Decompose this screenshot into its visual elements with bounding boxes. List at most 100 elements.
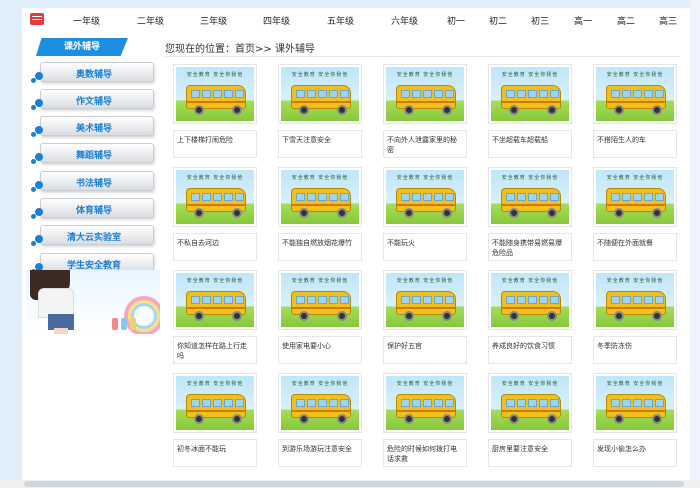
article-title-link[interactable]: 不随便在外面就餐 <box>593 233 677 261</box>
article-title-link[interactable]: 你知道怎样在路上行走吗 <box>173 336 257 364</box>
sidebar-item-label: 清大云实验室 <box>66 233 121 243</box>
article-thumbnail[interactable]: 安全教育 安全你我他 <box>383 64 467 124</box>
article-thumbnail[interactable]: 安全教育 安全你我他 <box>173 270 257 330</box>
article-thumbnail[interactable]: 安全教育 安全你我他 <box>173 64 257 124</box>
nav-grade-11[interactable]: 高二 <box>617 14 635 27</box>
thumbnail-slogan: 安全教育 安全你我他 <box>186 72 244 78</box>
thumbnail-slogan: 安全教育 安全你我他 <box>396 72 454 78</box>
wheel-icon <box>299 311 309 321</box>
article-title-link[interactable]: 保护好五官 <box>383 336 467 364</box>
wheel-icon <box>614 414 624 424</box>
article-title-link[interactable]: 危险的时候如何拨打电话求救 <box>383 439 467 467</box>
nav-grade-5[interactable]: 五年级 <box>327 14 354 27</box>
wheel-icon <box>194 105 204 115</box>
article-thumbnail[interactable]: 安全教育 安全你我他 <box>593 167 677 227</box>
wheel-icon <box>404 208 414 218</box>
grade-nav: 一年级 二年级 三年级 四年级 五年级 六年级 初一 初二 初三 高一 高二 高… <box>22 8 690 32</box>
wheel-icon <box>299 105 309 115</box>
article-title-link[interactable]: 不能随身携带易燃易爆危险品 <box>488 233 572 261</box>
scrollbar-thumb[interactable] <box>24 481 684 487</box>
bullet-icon <box>31 187 36 192</box>
sidebar-item-essay[interactable]: 作文辅导 <box>31 89 154 110</box>
article-title-link[interactable]: 不私自去河边 <box>173 233 257 261</box>
sidebar-item-calligraphy[interactable]: 书法辅导 <box>31 171 154 192</box>
nav-grade-3[interactable]: 三年级 <box>200 14 227 27</box>
nav-grade-4[interactable]: 四年级 <box>263 14 290 27</box>
breadcrumb-current: 课外辅导 <box>274 44 315 55</box>
article-thumbnail[interactable]: 安全教育 安全你我他 <box>593 270 677 330</box>
article-title-link[interactable]: 冬季防冻伤 <box>593 336 677 364</box>
nav-grade-7[interactable]: 初一 <box>447 14 465 27</box>
article-thumbnail[interactable]: 安全教育 安全你我他 <box>488 167 572 227</box>
wheel-icon <box>547 414 557 424</box>
article-title-link[interactable]: 下雪天注意安全 <box>278 130 362 158</box>
wheel-icon <box>652 414 662 424</box>
article-thumbnail[interactable]: 安全教育 安全你我他 <box>383 373 467 433</box>
article-title-link[interactable]: 使用家电要小心 <box>278 336 362 364</box>
thumbnail-slogan: 安全教育 安全你我他 <box>291 278 349 284</box>
sidebar-illustration <box>26 270 160 334</box>
bullet-icon <box>31 159 36 164</box>
article-title-link[interactable]: 养成良好的饮食习惯 <box>488 336 572 364</box>
article-thumbnail[interactable]: 安全教育 安全你我他 <box>383 167 467 227</box>
thumbnail-slogan: 安全教育 安全你我他 <box>501 72 559 78</box>
sidebar-item-dance[interactable]: 舞蹈辅导 <box>31 143 154 164</box>
article-thumbnail[interactable]: 安全教育 安全你我他 <box>593 373 677 433</box>
wheel-icon <box>509 311 519 321</box>
article-title-link[interactable]: 不能玩火 <box>383 233 467 261</box>
thumbnail-slogan: 安全教育 安全你我他 <box>501 381 559 387</box>
article-title-link[interactable]: 上下楼梯打闹危险 <box>173 130 257 158</box>
nav-grade-10[interactable]: 高一 <box>574 14 592 27</box>
breadcrumb: 您现在的位置：首页>> 课外辅导 <box>165 40 315 55</box>
article-title-link[interactable]: 不向外人泄露家里的秘密 <box>383 130 467 158</box>
article-title-link[interactable]: 不搭陌生人的车 <box>593 130 677 158</box>
article-title-link[interactable]: 发现小偷怎么办 <box>593 439 677 467</box>
nav-grade-12[interactable]: 高三 <box>659 14 677 27</box>
article-thumbnail[interactable]: 安全教育 安全你我他 <box>488 64 572 124</box>
sidebar-item-label: 舞蹈辅导 <box>75 151 112 161</box>
article-thumbnail[interactable]: 安全教育 安全你我他 <box>383 270 467 330</box>
article-title-link[interactable]: 厨房里要注意安全 <box>488 439 572 467</box>
thumbnail-slogan: 安全教育 安全你我他 <box>291 175 349 181</box>
wheel-icon <box>442 208 452 218</box>
wheel-icon <box>299 208 309 218</box>
sidebar-item-sports[interactable]: 体育辅导 <box>31 198 154 219</box>
wheel-icon <box>194 208 204 218</box>
children-figures <box>110 312 140 330</box>
breadcrumb-home-link[interactable]: 首页 <box>235 44 255 55</box>
bullet-icon <box>31 132 36 137</box>
article-thumbnail[interactable]: 安全教育 安全你我他 <box>173 373 257 433</box>
breadcrumb-separator: >> <box>255 44 272 55</box>
book-icon[interactable] <box>30 13 44 25</box>
article-thumbnail[interactable]: 安全教育 安全你我他 <box>488 373 572 433</box>
nav-grade-6[interactable]: 六年级 <box>391 14 418 27</box>
article-title-link[interactable]: 初冬冰面不能玩 <box>173 439 257 467</box>
article-thumbnail[interactable]: 安全教育 安全你我他 <box>278 373 362 433</box>
sidebar-item-art[interactable]: 美术辅导 <box>31 116 154 137</box>
wheel-icon <box>652 311 662 321</box>
nav-grade-2[interactable]: 二年级 <box>137 14 164 27</box>
article-title-link[interactable]: 不坐超载车超载船 <box>488 130 572 158</box>
wheel-icon <box>547 311 557 321</box>
nav-grade-8[interactable]: 初二 <box>489 14 507 27</box>
nav-grade-9[interactable]: 初三 <box>531 14 549 27</box>
sidebar-item-math[interactable]: 奥数辅导 <box>31 62 154 83</box>
sidebar-item-lab[interactable]: 清大云实验室 <box>31 225 154 246</box>
article-thumbnail[interactable]: 安全教育 安全你我他 <box>593 64 677 124</box>
article-thumbnail[interactable]: 安全教育 安全你我他 <box>278 167 362 227</box>
sidebar-item-label: 作文辅导 <box>75 97 112 107</box>
article-thumbnail[interactable]: 安全教育 安全你我他 <box>488 270 572 330</box>
bullet-icon <box>31 241 36 246</box>
article-title-link[interactable]: 到游乐场游玩注意安全 <box>278 439 362 467</box>
thumbnail-slogan: 安全教育 安全你我他 <box>396 175 454 181</box>
nav-grade-1[interactable]: 一年级 <box>73 14 100 27</box>
sidebar-item-label: 美术辅导 <box>75 124 112 134</box>
thumbnail-slogan: 安全教育 安全你我他 <box>291 72 349 78</box>
article-title-link[interactable]: 不能独自燃放烟花爆竹 <box>278 233 362 261</box>
vertical-scrollbar[interactable] <box>690 0 700 480</box>
article-thumbnail[interactable]: 安全教育 安全你我他 <box>278 270 362 330</box>
horizontal-scrollbar[interactable] <box>0 480 700 488</box>
wheel-icon <box>509 208 519 218</box>
article-thumbnail[interactable]: 安全教育 安全你我他 <box>278 64 362 124</box>
article-thumbnail[interactable]: 安全教育 安全你我他 <box>173 167 257 227</box>
